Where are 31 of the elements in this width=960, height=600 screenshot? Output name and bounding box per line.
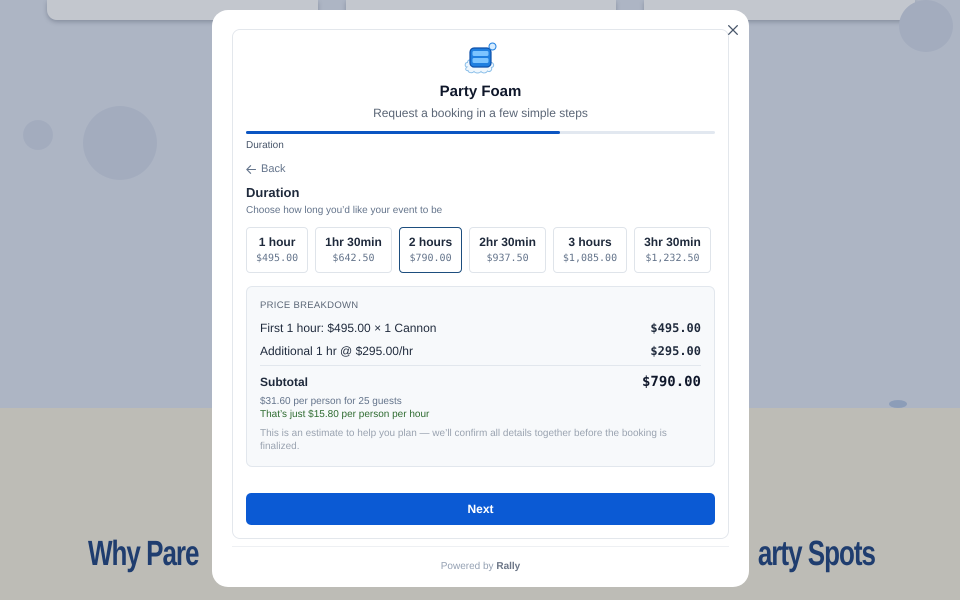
line-item-label: Additional 1 hr @ $295.00/hr	[260, 343, 413, 360]
duration-option[interactable]: 2hr 30min $937.50	[469, 227, 546, 273]
duration-option[interactable]: 2 hours $790.00	[398, 227, 462, 273]
page-heading: Why Pare	[88, 532, 198, 574]
line-item-label: First 1 hour: $495.00 × 1 Cannon	[260, 320, 436, 337]
powered-by-text: Powered by Rally	[440, 561, 520, 572]
close-icon	[728, 25, 738, 35]
duration-option[interactable]: 3hr 30min $1,232.50	[634, 227, 711, 273]
line-item-amount: $295.00	[650, 343, 701, 360]
next-button[interactable]: Next	[246, 493, 715, 525]
section-heading: Duration	[246, 184, 300, 202]
logo-icon	[464, 42, 498, 74]
duration-option[interactable]: 3 hours $1,085.00	[552, 227, 628, 273]
bubble	[889, 400, 907, 408]
panel-title: PRICE BREAKDOWN	[260, 299, 358, 312]
brand-subtitle: Request a booking in a few simple steps	[372, 105, 589, 121]
back-link[interactable]: Back	[246, 161, 286, 177]
close-button[interactable]	[728, 25, 738, 35]
estimate-note: This is an estimate to help you plan — we’ll confirm all details together before the booking is finalized.	[260, 427, 668, 453]
page-heading: arty Spots	[758, 532, 875, 574]
line-item-amount: $495.00	[650, 320, 701, 337]
brand-title: Party Foam	[438, 82, 522, 102]
per-person-text: $31.60 per person for 25 guests	[260, 394, 402, 408]
per-hour-text: That’s just $15.80 per person per hour	[260, 408, 430, 420]
progress-label: Duration	[246, 139, 284, 152]
subtotal-amount: $790.00	[642, 373, 701, 392]
section-description: Choose how long you’d like your event to be	[246, 204, 442, 217]
duration-option[interactable]: 1 hour $495.00	[246, 227, 308, 273]
duration-option[interactable]: 1hr 30min $642.50	[315, 227, 392, 273]
arrow-left-icon	[246, 164, 256, 174]
subtotal-label: Subtotal	[260, 374, 308, 391]
